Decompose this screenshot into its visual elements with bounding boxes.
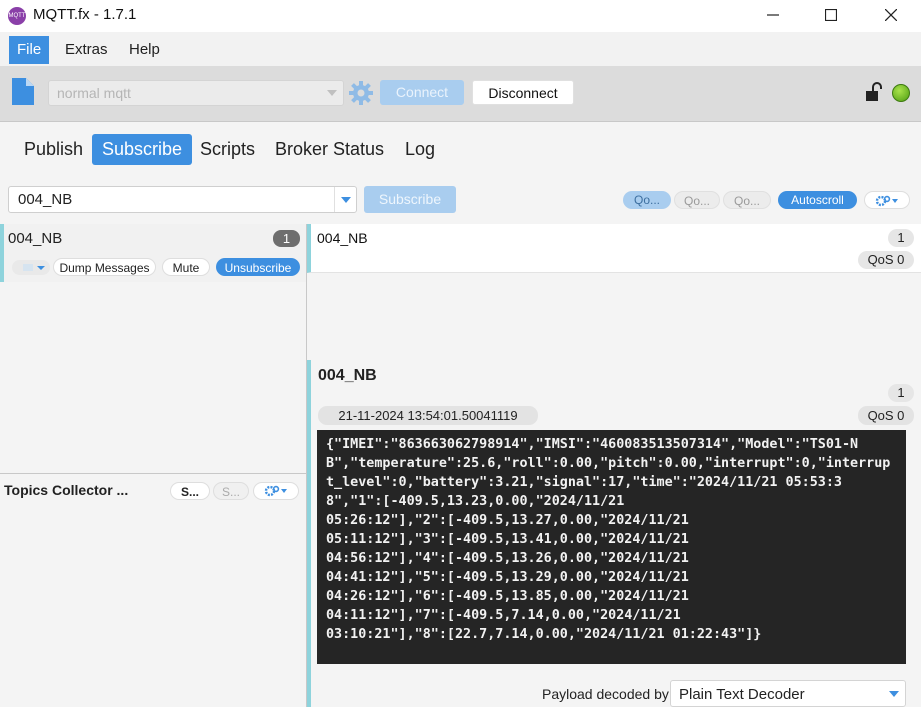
app-logo-icon: MQTT: [8, 7, 26, 25]
close-icon[interactable]: [868, 0, 914, 30]
message-index-badge: 1: [888, 229, 914, 247]
qos0-button[interactable]: Qo...: [623, 191, 671, 209]
dump-messages-button[interactable]: Dump Messages: [53, 258, 156, 276]
gears-icon: [264, 485, 287, 497]
payload-text[interactable]: {"IMEI":"863663062798914","IMSI":"460083…: [317, 430, 906, 664]
detail-qos-badge: QoS 0: [858, 406, 914, 425]
unlock-icon: [864, 82, 886, 104]
qos2-button[interactable]: Qo...: [723, 191, 771, 209]
chevron-down-icon: [341, 197, 351, 203]
profile-select-value: normal mqtt: [57, 85, 131, 101]
scan-button[interactable]: S...: [170, 482, 210, 500]
topic-dropdown-button[interactable]: [334, 187, 357, 212]
window-title: MQTT.fx - 1.7.1: [33, 6, 137, 23]
menu-file[interactable]: File: [9, 36, 50, 64]
topic-input[interactable]: 004_NB: [18, 191, 72, 208]
message-qos-badge: QoS 0: [858, 251, 914, 269]
decoder-label: Payload decoded by: [542, 686, 669, 702]
detail-index-badge: 1: [888, 384, 914, 402]
minimize-icon[interactable]: [750, 0, 796, 30]
gear-icon[interactable]: [348, 80, 374, 106]
detail-timestamp: 21-11-2024 13:54:01.50041119: [318, 406, 538, 425]
chevron-down-icon: [889, 691, 899, 697]
mute-button[interactable]: Mute: [162, 258, 210, 276]
qos1-button[interactable]: Qo...: [674, 191, 720, 209]
menu-help[interactable]: Help: [121, 36, 168, 64]
menu-extras[interactable]: Extras: [57, 36, 116, 64]
tab-broker-status[interactable]: Broker Status: [265, 134, 394, 165]
maximize-icon[interactable]: [808, 0, 854, 30]
topics-collector-settings-button[interactable]: [253, 482, 299, 500]
subscription-message-count: 1: [273, 230, 300, 247]
tab-log[interactable]: Log: [395, 134, 445, 165]
subscriptions-pane: [0, 224, 307, 707]
decoder-select-value: Plain Text Decoder: [679, 686, 805, 703]
color-picker[interactable]: [12, 260, 50, 275]
connect-button[interactable]: Connect: [380, 80, 464, 105]
profile-select[interactable]: normal mqtt: [48, 80, 344, 106]
unsubscribe-button[interactable]: Unsubscribe: [216, 258, 300, 276]
tab-scripts[interactable]: Scripts: [190, 134, 265, 165]
gears-icon: [875, 195, 898, 207]
connection-status-indicator: [892, 84, 910, 102]
subscribe-button[interactable]: Subscribe: [364, 186, 456, 213]
file-icon[interactable]: [12, 78, 34, 105]
autoscroll-button[interactable]: Autoscroll: [778, 191, 857, 209]
divider: [0, 473, 306, 474]
tab-publish[interactable]: Publish: [14, 134, 93, 165]
settings-menu-button[interactable]: [864, 191, 910, 209]
subscription-topic: 004_NB: [8, 230, 63, 247]
disconnect-button[interactable]: Disconnect: [472, 80, 574, 105]
detail-topic: 004_NB: [318, 367, 377, 384]
chevron-down-icon: [327, 90, 337, 96]
tab-subscribe[interactable]: Subscribe: [92, 134, 193, 165]
stop-button[interactable]: S...: [213, 482, 249, 500]
message-topic: 004_NB: [317, 230, 368, 246]
list-item[interactable]: [307, 224, 921, 273]
topics-collector-title: Topics Collector ...: [4, 482, 129, 498]
